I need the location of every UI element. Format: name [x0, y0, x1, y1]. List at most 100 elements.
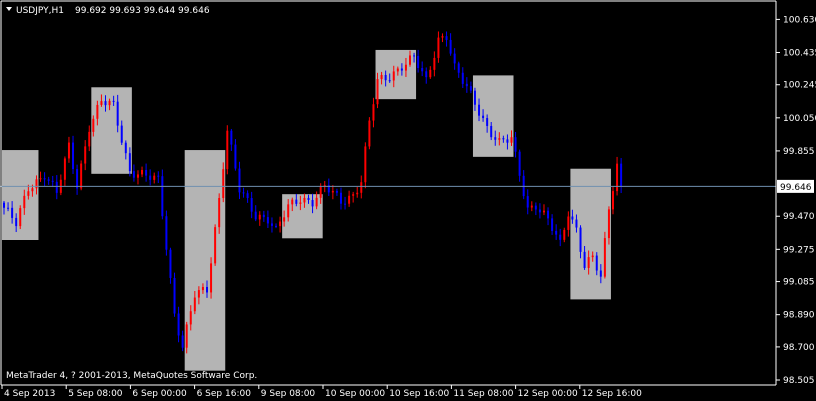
candle-body — [445, 36, 448, 40]
candle-body — [551, 218, 554, 231]
symbol-timeframe: USDJPY,H1 — [16, 6, 64, 16]
candle-body — [15, 217, 18, 227]
candle-body — [506, 139, 509, 143]
candle-body — [441, 36, 444, 38]
candle-body — [222, 169, 225, 199]
candle-body — [250, 198, 253, 212]
candle-body — [360, 182, 363, 193]
current-price-label: 99.646 — [777, 179, 814, 193]
candle-body — [201, 286, 204, 291]
y-tick-label: 100.630 — [783, 15, 816, 25]
candle-body — [80, 163, 83, 189]
candle-body — [498, 138, 501, 140]
candle-body — [348, 195, 351, 204]
candle-body — [400, 68, 403, 71]
candle-body — [76, 169, 79, 189]
candle-body — [384, 74, 387, 81]
candle-body — [490, 125, 493, 138]
y-tick-label: 99.275 — [783, 245, 815, 255]
candle-body — [331, 190, 334, 193]
candle-body — [563, 229, 566, 240]
x-tick-label: 11 Sep 08:00 — [453, 389, 513, 399]
candle-body — [571, 216, 574, 220]
candle-body — [364, 146, 367, 183]
candle-body — [388, 80, 391, 82]
x-tick-label: 12 Sep 16:00 — [582, 389, 642, 399]
candle-body — [494, 137, 497, 140]
x-tick-label: 10 Sep 16:00 — [389, 389, 449, 399]
candle-body — [3, 202, 5, 208]
candle-body — [246, 193, 249, 199]
y-tick-label: 99.085 — [783, 278, 815, 288]
candle-body — [311, 200, 314, 207]
candle-body — [461, 72, 464, 84]
candle-body — [270, 223, 273, 226]
candle — [214, 224, 217, 266]
candle-body — [35, 179, 38, 189]
candle-body — [120, 125, 123, 143]
highlight-box — [91, 87, 132, 174]
candle-body — [417, 55, 420, 69]
candle-body — [502, 138, 505, 140]
candle-body — [542, 210, 545, 213]
candle-body — [230, 130, 233, 145]
candle-body — [266, 217, 269, 224]
candle-body — [161, 176, 164, 217]
candle-body — [514, 137, 517, 152]
candle-body — [449, 39, 452, 54]
x-tick-label: 6 Sep 16:00 — [197, 389, 252, 399]
candle-body — [124, 142, 127, 154]
candle-body — [51, 180, 54, 182]
candle-body — [303, 197, 306, 203]
candle-body — [258, 214, 261, 220]
candle-body — [510, 137, 513, 143]
candle-body — [368, 120, 371, 147]
x-tick-label: 9 Sep 08:00 — [261, 389, 316, 399]
candle-body — [214, 227, 217, 264]
candle-body — [165, 216, 168, 250]
candle-body — [193, 297, 196, 312]
x-tick-label: 10 Sep 00:00 — [325, 389, 385, 399]
candle-body — [469, 86, 472, 91]
candle-body — [141, 169, 144, 175]
candle-body — [555, 230, 558, 235]
candle-body — [612, 191, 614, 210]
candle-body — [339, 192, 342, 204]
candle-body — [356, 192, 359, 195]
y-tick-label: 100.050 — [783, 114, 816, 124]
candle-body — [473, 90, 476, 105]
candle-body — [27, 191, 30, 196]
candle-body — [534, 205, 537, 210]
candle-body — [465, 83, 468, 87]
candle-body — [108, 100, 111, 106]
candle-body — [575, 219, 578, 228]
candle-body — [136, 174, 139, 178]
candle-body — [234, 144, 237, 169]
candle-body — [128, 153, 131, 172]
x-tick-label: 4 Sep 2013 — [4, 389, 55, 399]
candle-body — [23, 195, 26, 209]
candle-body — [210, 263, 213, 293]
candle-body — [149, 175, 152, 180]
ohlc-values: 99.692 99.693 99.644 99.646 — [75, 6, 210, 16]
candle-body — [262, 214, 265, 218]
x-tick-label: 6 Sep 00:00 — [132, 389, 187, 399]
candle-body — [344, 203, 347, 205]
candle-body — [112, 100, 115, 102]
candle-body — [518, 151, 521, 176]
candle-body — [19, 208, 22, 227]
candle-body — [409, 55, 411, 65]
candle-body — [486, 118, 489, 126]
highlight-box — [184, 150, 226, 371]
candle-body — [206, 286, 208, 293]
candle-body — [413, 55, 416, 57]
candle-body — [100, 101, 103, 105]
x-tick-label: 5 Sep 08:00 — [68, 389, 123, 399]
candle-body — [92, 118, 95, 132]
candle-body — [7, 207, 10, 209]
candle-body — [242, 192, 245, 194]
candle-body — [352, 194, 355, 196]
price-chart[interactable]: 100.630 100.435 100.245 100.050 99.855 99.470… — [0, 0, 816, 401]
candle — [19, 205, 22, 230]
candle-body — [437, 37, 440, 58]
